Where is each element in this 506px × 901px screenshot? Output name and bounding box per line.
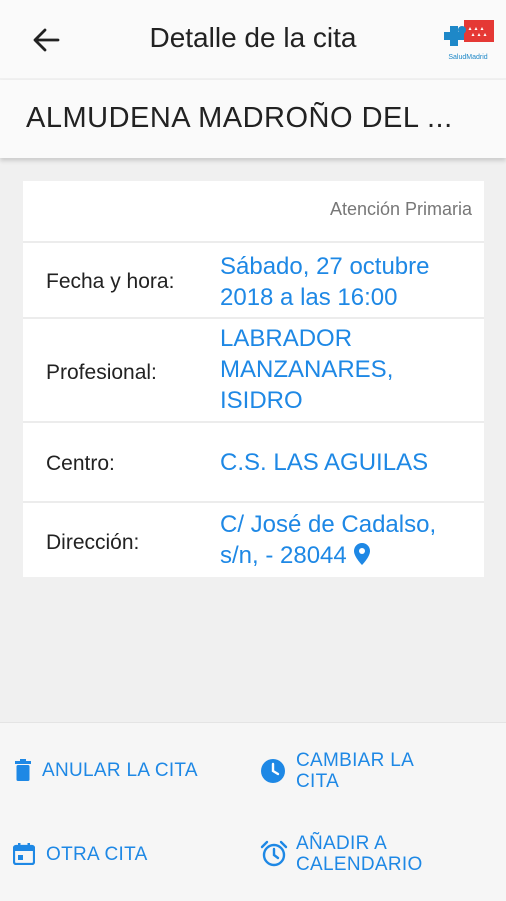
address-label: Dirección: bbox=[46, 531, 140, 554]
other-appointment-label: OTRA CITA bbox=[46, 843, 148, 865]
other-appointment-button[interactable]: OTRA CITA bbox=[13, 843, 148, 865]
app-header: Detalle de la cita SaludMadrid bbox=[0, 0, 506, 78]
row-professional: Profesional: LABRADOR MANZANARES, ISIDRO bbox=[23, 317, 484, 421]
row-center: Centro: C.S. LAS AGUILAS bbox=[23, 421, 484, 501]
trash-icon bbox=[15, 759, 31, 781]
change-appointment-label: CAMBIAR LA CITA bbox=[296, 750, 414, 792]
alarm-clock-icon bbox=[260, 840, 288, 867]
change-appointment-button[interactable]: CAMBIAR LA CITA bbox=[260, 750, 440, 792]
page-title: Detalle de la cita bbox=[149, 22, 357, 53]
address-value[interactable]: C/ José de Cadalso, s/n, - 28044 bbox=[220, 509, 470, 571]
date-value: Sábado, 27 octubre 2018 a las 16:00 bbox=[220, 253, 430, 311]
patient-name: ALMUDENA MADROÑO DEL ... bbox=[26, 102, 453, 134]
center-label: Centro: bbox=[46, 452, 115, 475]
location-pin-icon[interactable] bbox=[353, 542, 371, 566]
calendar-icon bbox=[13, 843, 35, 865]
add-to-calendar-button[interactable]: AÑADIR A CALENDARIO bbox=[260, 833, 450, 875]
appointment-card: Atención Primaria Fecha y hora: Sábado, … bbox=[23, 181, 484, 577]
add-to-calendar-label: AÑADIR A CALENDARIO bbox=[296, 833, 423, 875]
saludmadrid-logo: SaludMadrid bbox=[440, 18, 496, 66]
action-bar: ANULAR LA CITA CAMBIAR LA CITA OTRA CITA… bbox=[0, 722, 506, 901]
row-date: Fecha y hora: Sábado, 27 octubre 2018 a … bbox=[23, 241, 484, 317]
row-address[interactable]: Dirección: C/ José de Cadalso, s/n, - 28… bbox=[23, 501, 484, 579]
appointment-category: Atención Primaria bbox=[329, 199, 472, 219]
cancel-appointment-button[interactable]: ANULAR LA CITA bbox=[14, 759, 198, 781]
center-value: C.S. LAS AGUILAS bbox=[220, 449, 429, 476]
patient-bar: ALMUDENA MADROÑO DEL ... bbox=[0, 80, 506, 158]
address-text: C/ José de Cadalso, s/n, - 28044 bbox=[220, 511, 437, 569]
cancel-appointment-label: ANULAR LA CITA bbox=[42, 759, 198, 781]
date-label: Fecha y hora: bbox=[46, 270, 175, 293]
professional-value: LABRADOR MANZANARES, ISIDRO bbox=[220, 325, 394, 414]
logo-text: SaludMadrid bbox=[448, 54, 488, 61]
clock-icon bbox=[261, 759, 285, 783]
professional-label: Profesional: bbox=[46, 361, 157, 384]
